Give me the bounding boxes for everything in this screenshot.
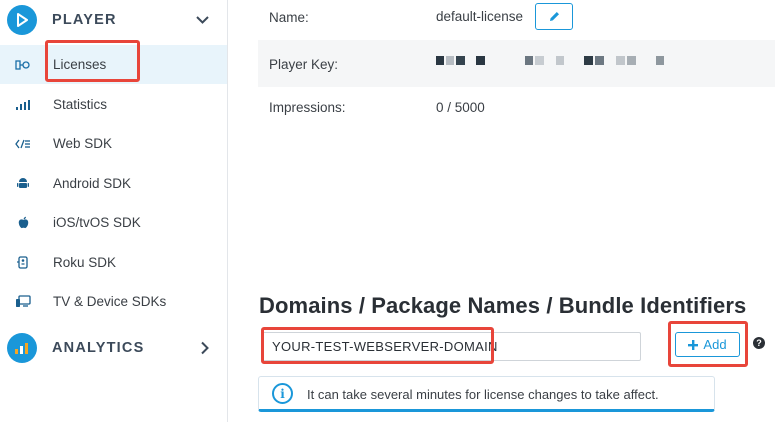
apple-icon bbox=[15, 216, 31, 230]
domains-section-title: Domains / Package Names / Bundle Identif… bbox=[259, 293, 747, 318]
domain-input[interactable] bbox=[261, 332, 641, 361]
player-key-row: Player Key: bbox=[258, 40, 775, 87]
license-details-panel: Name: default-license Player Key: Impres… bbox=[228, 0, 775, 422]
player-section-header[interactable]: PLAYER bbox=[0, 0, 227, 40]
player-key-label: Player Key: bbox=[269, 57, 339, 72]
chevron-down-icon[interactable] bbox=[196, 16, 209, 24]
bar-chart-icon bbox=[15, 98, 31, 112]
analytics-chart-icon bbox=[7, 333, 37, 363]
pencil-icon bbox=[549, 12, 559, 21]
android-icon bbox=[15, 177, 31, 191]
add-domain-button[interactable]: Add bbox=[675, 332, 740, 357]
analytics-section-label: ANALYTICS bbox=[52, 340, 145, 356]
license-key-icon bbox=[15, 58, 31, 72]
web-code-icon bbox=[15, 137, 31, 151]
sidebar-item-label: Web SDK bbox=[53, 136, 113, 151]
sidebar-item-ios-tvos-sdk[interactable]: iOS/tvOS SDK bbox=[0, 203, 227, 242]
impressions-value: 0 / 5000 bbox=[436, 100, 485, 115]
name-label: Name: bbox=[269, 10, 309, 25]
analytics-section-header[interactable]: ANALYTICS bbox=[0, 328, 227, 368]
sidebar-item-statistics[interactable]: Statistics bbox=[0, 85, 227, 124]
license-name-row: Name: default-license bbox=[258, 0, 775, 37]
sidebar-item-label: Android SDK bbox=[53, 176, 132, 191]
play-circle-icon bbox=[7, 5, 37, 35]
license-name-value: default-license bbox=[436, 9, 524, 24]
sidebar-item-label: Licenses bbox=[53, 57, 107, 72]
sidebar-item-label: Statistics bbox=[53, 97, 108, 112]
sidebar-item-tv-device-sdks[interactable]: TV & Device SDKs bbox=[0, 282, 227, 321]
info-icon: i bbox=[272, 383, 293, 404]
edit-name-button[interactable] bbox=[535, 3, 573, 30]
info-message: i It can take several minutes for licens… bbox=[258, 376, 715, 412]
help-icon[interactable]: ? bbox=[753, 337, 765, 349]
impressions-row: Impressions: 0 / 5000 bbox=[258, 90, 775, 126]
sidebar-item-label: Roku SDK bbox=[53, 255, 117, 270]
impressions-label: Impressions: bbox=[269, 100, 346, 115]
sidebar-item-android-sdk[interactable]: Android SDK bbox=[0, 164, 227, 203]
sidebar-item-roku-sdk[interactable]: Roku SDK bbox=[0, 243, 227, 282]
player-section-label: PLAYER bbox=[52, 12, 117, 28]
sidebar-item-licenses[interactable]: Licenses bbox=[0, 45, 227, 84]
sidebar-item-web-sdk[interactable]: Web SDK bbox=[0, 124, 227, 163]
info-message-text: It can take several minutes for license … bbox=[307, 387, 659, 402]
add-button-label: Add bbox=[703, 337, 727, 352]
sidebar-item-label: TV & Device SDKs bbox=[53, 294, 167, 309]
sidebar: PLAYER Licenses Statistics Web SDK Andro… bbox=[0, 0, 228, 422]
roku-icon bbox=[15, 256, 31, 270]
sidebar-item-label: iOS/tvOS SDK bbox=[53, 215, 141, 230]
chevron-right-icon[interactable] bbox=[201, 341, 209, 355]
plus-icon bbox=[688, 339, 699, 350]
tv-device-icon bbox=[15, 295, 31, 309]
